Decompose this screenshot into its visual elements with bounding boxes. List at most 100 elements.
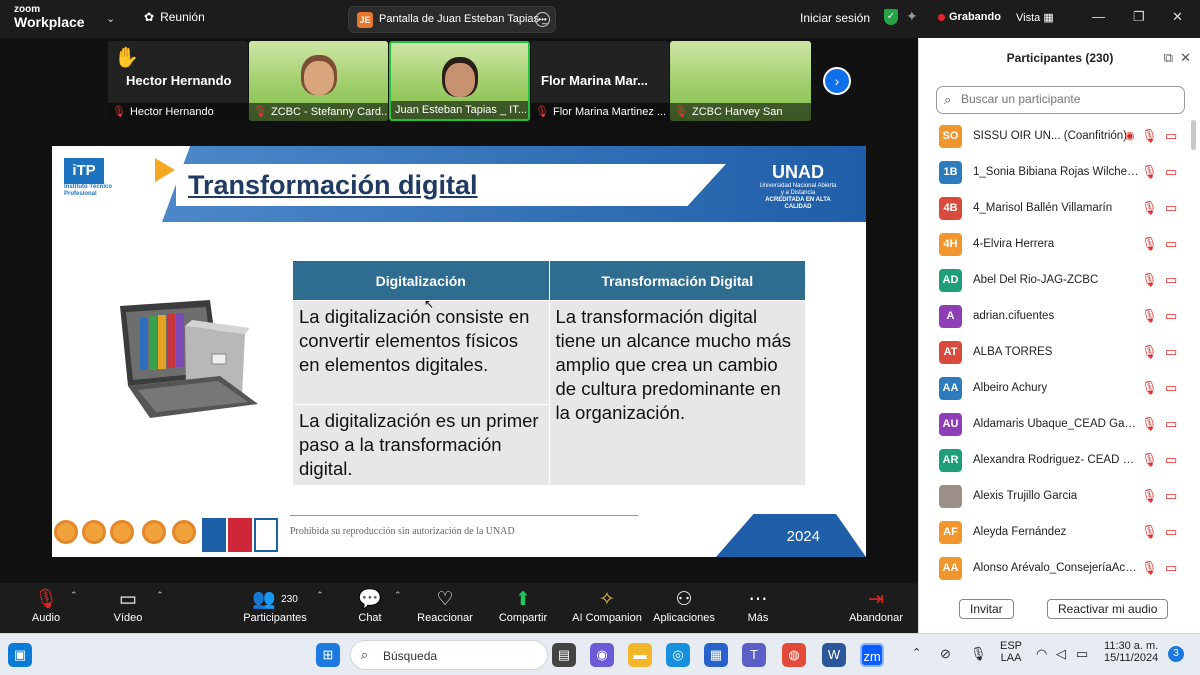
mic-muted-icon: 🎙 bbox=[33, 589, 59, 610]
audio-button[interactable]: 🎙 Audio ⌃ bbox=[28, 588, 78, 624]
participant-row[interactable]: AF Aleyda Fernández 🎙 ▭ bbox=[919, 516, 1189, 552]
language-indicator[interactable]: ESP LAA bbox=[1000, 640, 1022, 664]
edge-icon[interactable]: ◎ bbox=[666, 643, 690, 667]
mic-muted-icon[interactable]: 🎙 bbox=[1141, 200, 1158, 216]
audio-options-icon[interactable]: ⌃ bbox=[70, 590, 78, 601]
participant-row[interactable]: AA Albeiro Achury 🎙 ▭ bbox=[919, 372, 1189, 408]
restore-icon[interactable]: ❐ bbox=[1133, 9, 1145, 25]
gallery-tile-1[interactable]: ✋ Hector Hernando 🎙 Hector Hernando bbox=[108, 41, 248, 121]
task-view-icon[interactable]: ▤ bbox=[552, 643, 576, 667]
ai-sparkle-icon[interactable]: ✦ bbox=[906, 8, 918, 25]
video-button[interactable]: ▭ Vídeo ⌃ bbox=[108, 588, 164, 624]
reactions-button[interactable]: ♡ Reaccionar bbox=[416, 588, 474, 624]
search-input[interactable] bbox=[961, 92, 1171, 106]
notification-badge[interactable]: 3 bbox=[1168, 646, 1184, 662]
zoom-app-icon[interactable]: zm bbox=[860, 643, 884, 667]
mic-muted-icon[interactable]: 🎙 bbox=[1141, 164, 1158, 180]
chrome-icon[interactable]: ◍ bbox=[782, 643, 806, 667]
network-off-icon[interactable]: ⊘ bbox=[940, 646, 951, 662]
participant-row[interactable]: 4B 4_Marisol Ballén Villamarín 🎙 ▭ bbox=[919, 192, 1189, 228]
participant-search[interactable]: ⌕ bbox=[936, 86, 1185, 114]
signin-link[interactable]: Iniciar sesión bbox=[800, 11, 870, 25]
gallery-tile-2[interactable]: 🎙 ZCBC - Stefanny Card... bbox=[249, 41, 388, 121]
close-icon[interactable]: ✕ bbox=[1172, 9, 1183, 25]
reactivate-audio-button[interactable]: Reactivar mi audio bbox=[1047, 599, 1169, 619]
mic-muted-icon[interactable]: 🎙 bbox=[1141, 236, 1158, 252]
mic-muted-icon[interactable]: 🎙 bbox=[1141, 128, 1158, 144]
mic-muted-icon[interactable]: 🎙 bbox=[1141, 416, 1158, 432]
video-off-icon[interactable]: ▭ bbox=[1165, 344, 1177, 360]
mic-muted-icon[interactable]: 🎙 bbox=[1141, 560, 1158, 576]
participant-row[interactable]: AU Aldamaris Ubaque_CEAD Gach... 🎙 ▭ bbox=[919, 408, 1189, 444]
popout-icon[interactable]: ⧉ bbox=[1164, 38, 1173, 78]
mic-muted-icon[interactable]: 🎙 bbox=[1141, 452, 1158, 468]
gallery-tile-4[interactable]: Flor Marina Mar... 🎙 Flor Marina Martinez… bbox=[531, 41, 669, 121]
mic-muted-icon[interactable]: 🎙 bbox=[1141, 380, 1158, 396]
participant-row[interactable]: SO SISSU OIR UN... (Coanfitrión) ◉ 🎙 ▭ bbox=[919, 120, 1189, 156]
participant-row[interactable]: AD Abel Del Rio-JAG-ZCBC 🎙 ▭ bbox=[919, 264, 1189, 300]
widgets-icon[interactable]: ▣ bbox=[8, 643, 32, 667]
recording-indicator[interactable]: Grabando bbox=[938, 11, 1001, 23]
close-panel-icon[interactable]: ✕ bbox=[1180, 38, 1191, 78]
chat-options-icon[interactable]: ⌃ bbox=[394, 590, 402, 601]
wifi-icon[interactable]: ◠ bbox=[1036, 646, 1047, 662]
video-off-icon[interactable]: ▭ bbox=[1165, 416, 1177, 432]
share-button[interactable]: ⬆ Compartir bbox=[496, 588, 550, 624]
teams-icon[interactable]: T bbox=[742, 643, 766, 667]
more-button[interactable]: ⋯ Más bbox=[744, 588, 772, 624]
video-off-icon[interactable]: ▭ bbox=[1165, 560, 1177, 576]
next-page-arrow-icon[interactable]: › bbox=[823, 67, 851, 95]
more-options-icon[interactable]: ••• bbox=[535, 12, 550, 27]
video-options-icon[interactable]: ⌃ bbox=[156, 590, 164, 601]
gallery-tile-5[interactable]: 🎙 ZCBC Harvey San bbox=[670, 41, 811, 121]
video-off-icon[interactable]: ▭ bbox=[1165, 308, 1177, 324]
participants-button[interactable]: 👥 230 Participantes ⌃ bbox=[240, 588, 323, 624]
volume-icon[interactable]: ◁ bbox=[1056, 646, 1066, 662]
file-explorer-icon[interactable]: ▬ bbox=[628, 643, 652, 667]
store-icon[interactable]: ▦ bbox=[704, 643, 728, 667]
mic-muted-icon[interactable]: 🎙 bbox=[1141, 344, 1158, 360]
share-view-pill[interactable]: JE Pantalla de Juan Esteban Tapias _ ••• bbox=[348, 6, 556, 33]
participant-row[interactable]: AT ALBA TORRES 🎙 ▭ bbox=[919, 336, 1189, 372]
apps-button[interactable]: ⚇ Aplicaciones bbox=[652, 588, 716, 624]
mic-muted-icon[interactable]: 🎙 bbox=[1141, 272, 1158, 288]
ai-companion-button[interactable]: ✧ AI Companion bbox=[570, 588, 644, 624]
mic-muted-icon[interactable]: 🎙 bbox=[1141, 488, 1158, 504]
scrollbar[interactable] bbox=[1191, 120, 1196, 150]
participants-options-icon[interactable]: ⌃ bbox=[316, 590, 324, 601]
battery-icon[interactable]: ▭ bbox=[1076, 646, 1088, 662]
video-off-icon[interactable]: ▭ bbox=[1165, 488, 1177, 504]
chat-button[interactable]: 💬 Chat ⌃ bbox=[354, 588, 401, 624]
invite-button[interactable]: Invitar bbox=[959, 599, 1014, 619]
participant-row[interactable]: Alexis Trujillo Garcia 🎙 ▭ bbox=[919, 480, 1189, 516]
gallery-tile-3-speaking[interactable]: Juan Esteban Tapias _ IT... bbox=[389, 41, 530, 121]
mic-icon[interactable]: 🎙 bbox=[970, 646, 987, 662]
clock[interactable]: 11:30 a. m. 15/11/2024 bbox=[1104, 640, 1158, 664]
mic-muted-icon[interactable]: 🎙 bbox=[1141, 524, 1158, 540]
start-icon[interactable]: ⊞ bbox=[316, 643, 340, 667]
view-button[interactable]: Vista ▦ bbox=[1016, 11, 1054, 24]
video-off-icon[interactable]: ▭ bbox=[1165, 380, 1177, 396]
video-off-icon[interactable]: ▭ bbox=[1165, 524, 1177, 540]
leave-button[interactable]: ⇥ Abandonar bbox=[848, 588, 904, 624]
word-icon[interactable]: W bbox=[822, 643, 846, 667]
participant-row[interactable]: AR Alexandra Rodriguez- CEAD G... 🎙 ▭ bbox=[919, 444, 1189, 480]
mic-muted-icon[interactable]: 🎙 bbox=[1141, 308, 1158, 324]
video-off-icon[interactable]: ▭ bbox=[1165, 128, 1177, 144]
minimize-icon[interactable]: — bbox=[1092, 9, 1105, 24]
video-off-icon[interactable]: ▭ bbox=[1165, 452, 1177, 468]
video-off-icon[interactable]: ▭ bbox=[1165, 164, 1177, 180]
tray-chevron-icon[interactable]: ⌃ bbox=[912, 646, 921, 659]
participant-row[interactable]: 4H 4-Elvira Herrera 🎙 ▭ bbox=[919, 228, 1189, 264]
chat-app-icon[interactable]: ◉ bbox=[590, 643, 614, 667]
meeting-info-button[interactable]: ✿ Reunión bbox=[144, 10, 205, 24]
security-shield-icon[interactable]: ✓ bbox=[884, 9, 898, 25]
chevron-down-icon[interactable]: ⌄ bbox=[106, 12, 115, 25]
participant-row[interactable]: AA Alonso Arévalo_ConsejeríaAc_Z... 🎙 ▭ bbox=[919, 552, 1189, 588]
video-off-icon[interactable]: ▭ bbox=[1165, 200, 1177, 216]
video-off-icon[interactable]: ▭ bbox=[1165, 236, 1177, 252]
video-off-icon[interactable]: ▭ bbox=[1165, 272, 1177, 288]
participant-row[interactable]: 1B 1_Sonia Bibiana Rojas Wilches_... 🎙 ▭ bbox=[919, 156, 1189, 192]
taskbar-search[interactable]: ⌕ Búsqueda bbox=[350, 640, 548, 670]
participant-row[interactable]: Aadrian.cifuentes 🎙 ▭ bbox=[919, 300, 1189, 336]
